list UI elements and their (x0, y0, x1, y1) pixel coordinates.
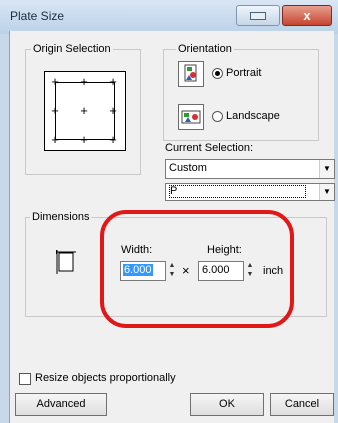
origin-point-middle-right[interactable]: + (108, 104, 118, 117)
annotation-highlight (100, 210, 294, 328)
resize-proportionally-checkbox[interactable] (19, 373, 31, 385)
current-selection-dropdown[interactable]: Custom ▼ (165, 159, 335, 179)
landscape-icon (178, 104, 204, 130)
landscape-radio[interactable] (212, 111, 223, 122)
secondary-dropdown-value: P (169, 185, 306, 198)
origin-point-middle-left[interactable]: + (50, 104, 60, 117)
title-bar[interactable]: Plate Size x (0, 0, 338, 34)
orientation-group: Orientation Portrait Landscape (163, 43, 319, 141)
window-title: Plate Size (10, 9, 65, 23)
secondary-dropdown[interactable]: P ▼ (165, 183, 335, 201)
portrait-label: Portrait (226, 67, 262, 79)
origin-point-top-center[interactable]: + (79, 75, 89, 88)
origin-point-bottom-right[interactable]: + (108, 133, 118, 146)
advanced-button[interactable]: Advanced (15, 393, 107, 416)
chevron-down-icon[interactable]: ▼ (319, 184, 334, 200)
minimize-button[interactable] (236, 5, 280, 26)
origin-grid[interactable]: + + + + + + + + + (44, 71, 126, 151)
cancel-button[interactable]: Cancel (270, 393, 334, 416)
ok-button[interactable]: OK (190, 393, 264, 416)
close-icon: x (303, 8, 311, 23)
minimize-icon (250, 12, 266, 20)
page-size-icon (55, 250, 76, 274)
origin-point-center[interactable]: + (79, 104, 89, 117)
origin-selection-group: Origin Selection + + + + + + + + + (25, 43, 141, 175)
current-selection-value: Custom (169, 162, 207, 174)
origin-point-bottom-left[interactable]: + (50, 133, 60, 146)
plate-size-window: Plate Size x Origin Selection + + + + + … (0, 0, 338, 423)
chevron-down-icon[interactable]: ▼ (319, 160, 334, 178)
portrait-icon (178, 61, 204, 87)
origin-point-top-right[interactable]: + (108, 75, 118, 88)
origin-selection-label: Origin Selection (31, 43, 113, 56)
dimensions-label: Dimensions (30, 211, 92, 224)
landscape-label: Landscape (226, 110, 280, 122)
origin-point-bottom-center[interactable]: + (79, 133, 89, 146)
close-button[interactable]: x (282, 5, 332, 26)
current-selection-label: Current Selection: (165, 142, 254, 154)
portrait-radio[interactable] (212, 68, 223, 79)
orientation-label: Orientation (176, 43, 234, 56)
origin-point-top-left[interactable]: + (50, 75, 60, 88)
resize-proportionally-label: Resize objects proportionally (35, 372, 176, 384)
